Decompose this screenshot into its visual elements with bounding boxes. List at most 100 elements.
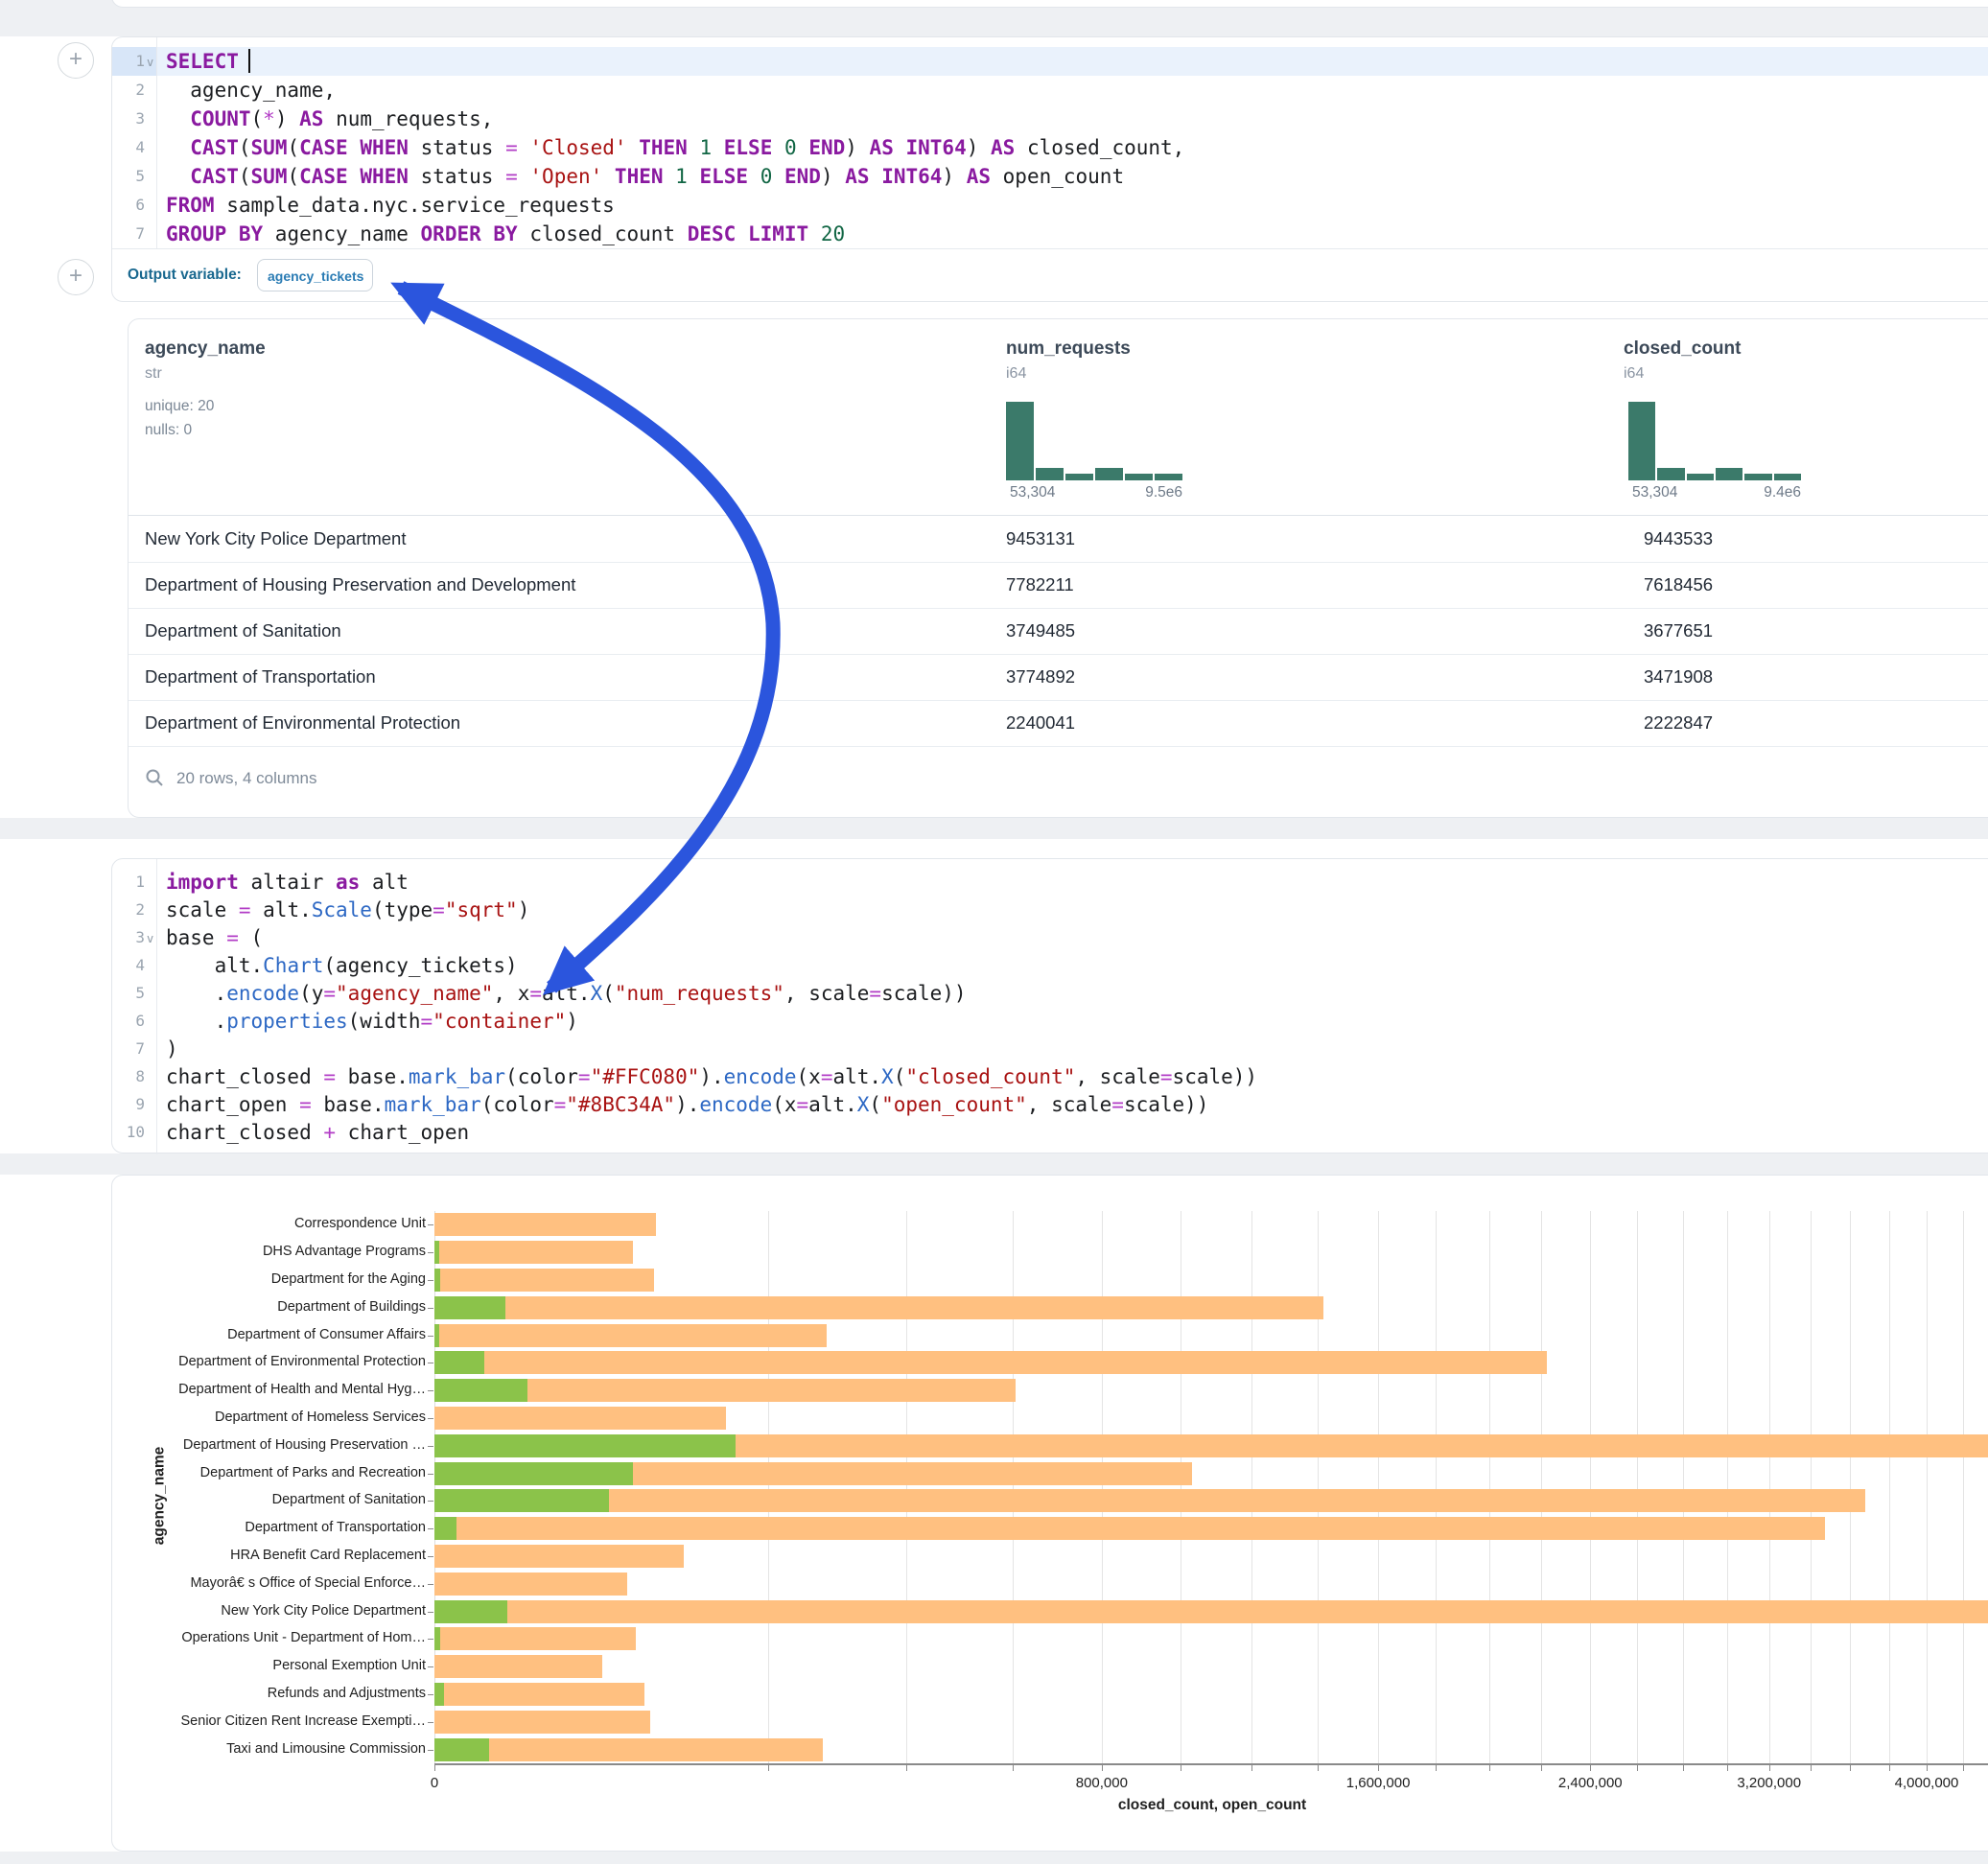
histogram-bar (1155, 474, 1182, 480)
add-cell-button-output[interactable]: + (58, 259, 94, 295)
open-count-bar (434, 1627, 440, 1650)
x-axis-tick (1889, 1764, 1890, 1771)
python-editor[interactable]: 1import altair as alt2scale = alt.Scale(… (112, 859, 1988, 1154)
code-line[interactable]: 4 alt.Chart(agency_tickets) (112, 951, 1988, 980)
y-axis-category-label: Department of Sanitation (138, 1492, 426, 1507)
table-row[interactable]: Department of Sanitation37494853677651 (129, 608, 1988, 655)
code-line[interactable]: 3vbase = ( (112, 923, 1988, 952)
histogram-bar (1095, 468, 1123, 480)
x-axis-tick (1251, 1764, 1252, 1771)
y-axis-category-label: Mayorâ€ s Office of Special Enforce… (138, 1575, 426, 1591)
y-axis-category-label: Department of Homeless Services (138, 1410, 426, 1425)
y-axis-tick (428, 1694, 433, 1695)
table-cell: 3774892 (1006, 654, 1075, 700)
gridline (1251, 1211, 1252, 1763)
line-number: 10 (112, 1118, 145, 1147)
x-axis-tick (1541, 1764, 1542, 1771)
gridline (1927, 1211, 1928, 1763)
code-line[interactable]: 2scale = alt.Scale(type="sqrt") (112, 896, 1988, 924)
code-line[interactable]: 5 CAST(SUM(CASE WHEN status = 'Open' THE… (112, 162, 1988, 191)
y-axis-tick (428, 1446, 433, 1447)
closed-count-bar (434, 1573, 627, 1596)
line-number: 2 (112, 76, 145, 105)
column-name: num_requests (1006, 338, 1131, 360)
gridline (1850, 1211, 1851, 1763)
output-variable-chip[interactable]: agency_tickets (257, 259, 373, 291)
zero-axis-line (434, 1211, 435, 1763)
fold-chevron-icon[interactable]: v (147, 48, 160, 77)
table-row[interactable]: Department of Housing Preservation and D… (129, 562, 1988, 609)
y-axis-category-label: Department of Environmental Protection (138, 1354, 426, 1369)
closed-count-bar (434, 1489, 1865, 1512)
y-axis-tick (428, 1418, 433, 1419)
search-icon[interactable] (145, 768, 164, 787)
y-axis-tick (428, 1280, 433, 1281)
histogram-min-label: 53,304 (1632, 484, 1677, 501)
gridline (768, 1211, 769, 1763)
closed-count-bar (434, 1269, 654, 1292)
code-line[interactable]: 6 .properties(width="container") (112, 1007, 1988, 1036)
table-cell: 3677651 (1644, 608, 1713, 654)
python-cell: 1import altair as alt2scale = alt.Scale(… (111, 858, 1988, 1153)
table-row[interactable]: New York City Police Department945313194… (129, 516, 1988, 563)
closed-count-bar (434, 1627, 636, 1650)
closed-count-bar (434, 1407, 726, 1430)
column-name: agency_name (145, 338, 266, 360)
x-axis-tick (1963, 1764, 1964, 1771)
code-text: CAST(SUM(CASE WHEN status = 'Closed' THE… (166, 133, 1184, 162)
open-count-bar (434, 1269, 440, 1292)
column-unique-stat: unique: 20 (145, 398, 214, 415)
x-axis-tick (1727, 1764, 1728, 1771)
table-row[interactable]: Department of Transportation377489234719… (129, 654, 1988, 701)
x-axis-tick-label: 0 (431, 1775, 438, 1791)
line-number: 3 (112, 105, 145, 133)
code-text: base = ( (166, 923, 263, 952)
open-count-bar (434, 1462, 633, 1485)
table-cell: 7618456 (1644, 562, 1713, 608)
code-line[interactable]: 7) (112, 1035, 1988, 1063)
code-line[interactable]: 5 .encode(y="agency_name", x=alt.X("num_… (112, 979, 1988, 1008)
histogram-max-label: 9.4e6 (1764, 484, 1801, 501)
closed-count-bar (434, 1683, 644, 1706)
fold-chevron-icon[interactable]: v (147, 924, 160, 953)
closed-count-bar (434, 1296, 1323, 1319)
cell-gap-band-middle (0, 818, 1988, 839)
x-axis-tick (1318, 1764, 1319, 1771)
gridline (1318, 1211, 1319, 1763)
previous-cell-bottom-edge (111, 0, 1988, 8)
gridline (1436, 1211, 1437, 1763)
x-axis-tick (906, 1764, 907, 1771)
y-axis-category-label: Department of Housing Preservation … (138, 1437, 426, 1453)
code-text: chart_open = base.mark_bar(color="#8BC34… (166, 1090, 1208, 1119)
sql-text-cursor (248, 49, 250, 73)
code-line[interactable]: 4 CAST(SUM(CASE WHEN status = 'Closed' T… (112, 133, 1988, 162)
add-cell-button-top[interactable]: + (58, 42, 94, 79)
code-line[interactable]: 9chart_open = base.mark_bar(color="#8BC3… (112, 1090, 1988, 1119)
code-line[interactable]: 2 agency_name, (112, 76, 1988, 105)
open-count-bar (434, 1351, 484, 1374)
code-line[interactable]: 6FROM sample_data.nyc.service_requests (112, 191, 1988, 220)
x-axis-tick-label: 2,400,000 (1558, 1775, 1623, 1791)
code-line[interactable]: 3 COUNT(*) AS num_requests, (112, 105, 1988, 133)
code-text: ) (166, 1035, 178, 1063)
y-axis-tick (428, 1474, 433, 1475)
sql-editor[interactable]: 1vSELECT2 agency_name,3 COUNT(*) AS num_… (112, 37, 1988, 248)
line-number: 1 (112, 47, 145, 76)
histogram-bar (1716, 468, 1742, 480)
open-count-bar (434, 1379, 527, 1402)
table-cell: 2240041 (1006, 700, 1075, 746)
code-line[interactable]: 10chart_closed + chart_open (112, 1118, 1988, 1147)
closed-count-bar (434, 1213, 656, 1236)
histogram-bar (1628, 402, 1655, 480)
column-type: i64 (1006, 365, 1026, 383)
code-line[interactable]: 7GROUP BY agency_name ORDER BY closed_co… (112, 220, 1988, 248)
code-line[interactable]: 8chart_closed = base.mark_bar(color="#FF… (112, 1062, 1988, 1091)
code-line[interactable]: 1vSELECT (112, 47, 1988, 76)
x-axis-tick (1683, 1764, 1684, 1771)
table-row[interactable]: Department of Environmental Protection22… (129, 700, 1988, 747)
x-axis-tick (1850, 1764, 1851, 1771)
code-line[interactable]: 1import altair as alt (112, 868, 1988, 897)
y-axis-category-label: Correspondence Unit (138, 1216, 426, 1231)
y-axis-category-label: HRA Benefit Card Replacement (138, 1548, 426, 1563)
line-number: 4 (112, 133, 145, 162)
